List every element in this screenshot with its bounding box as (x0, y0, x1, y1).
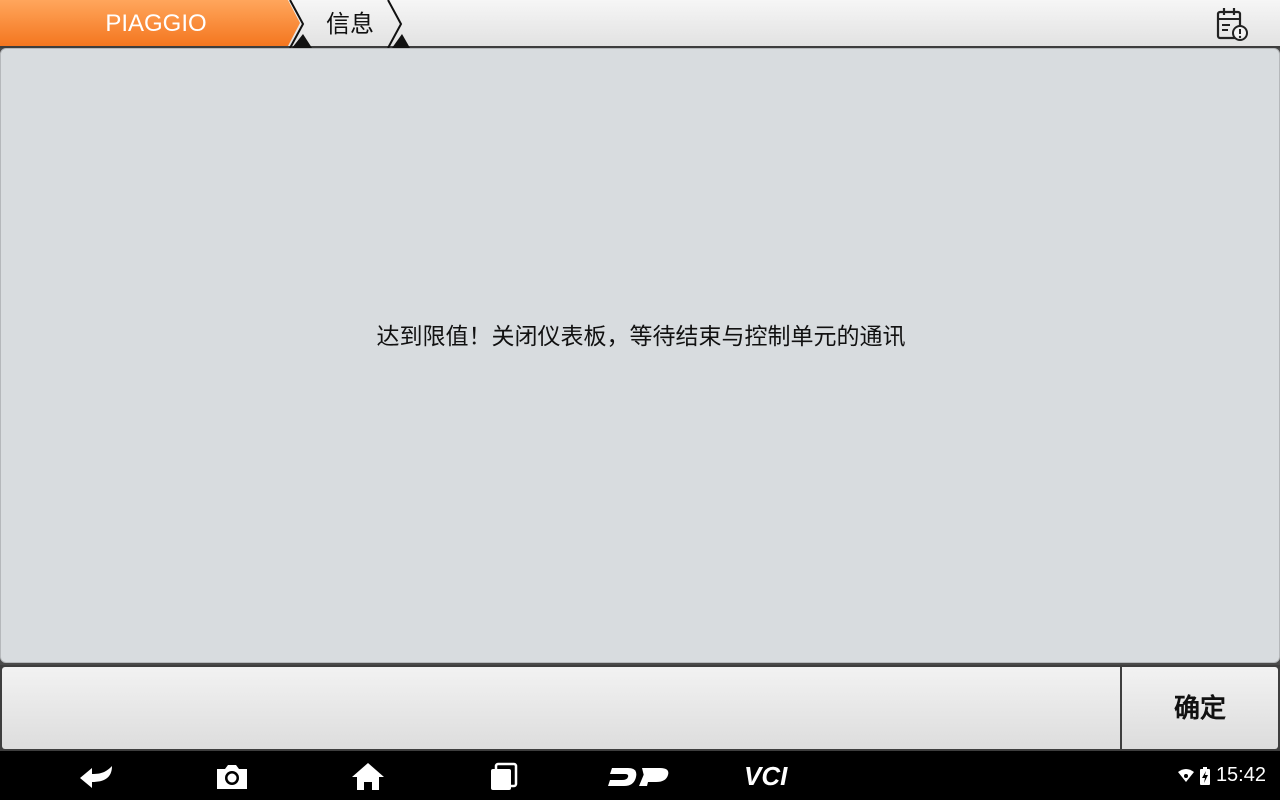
wifi-icon (1177, 768, 1194, 782)
message-panel: 达到限值！关闭仪表板，等待结束与控制单元的通讯 (0, 48, 1280, 663)
button-bar-empty-area (2, 667, 1120, 749)
breadcrumb-end-icon (387, 0, 410, 48)
calendar-alert-icon[interactable] (1214, 6, 1250, 42)
back-icon[interactable] (76, 760, 120, 792)
button-bar: 确定 (0, 665, 1280, 751)
app-window: PIAGGIO 信息 达到限值！关闭仪表板，等待结束与控制单元的通讯 确定 VC… (0, 0, 1280, 800)
home-icon[interactable] (346, 760, 390, 792)
system-nav-bar: VCI 15:42 (0, 751, 1280, 800)
breadcrumb-current[interactable]: 信息 (326, 0, 374, 46)
confirm-button[interactable]: 确定 (1122, 667, 1278, 749)
vci-icon[interactable]: VCI (740, 760, 810, 792)
status-area: 15:42 (1177, 751, 1266, 800)
breadcrumb-separator-icon (289, 0, 312, 48)
status-clock: 15:42 (1215, 764, 1266, 786)
dp-icon[interactable] (606, 760, 672, 792)
camera-icon[interactable] (210, 760, 254, 792)
vci-label: VCI (744, 761, 788, 791)
battery-charging-icon (1199, 766, 1210, 785)
recent-apps-icon[interactable] (482, 760, 526, 792)
top-bar: PIAGGIO 信息 (0, 0, 1280, 48)
breadcrumb-home[interactable]: PIAGGIO (0, 0, 312, 46)
message-text: 达到限值！关闭仪表板，等待结束与控制单元的通讯 (376, 324, 906, 350)
